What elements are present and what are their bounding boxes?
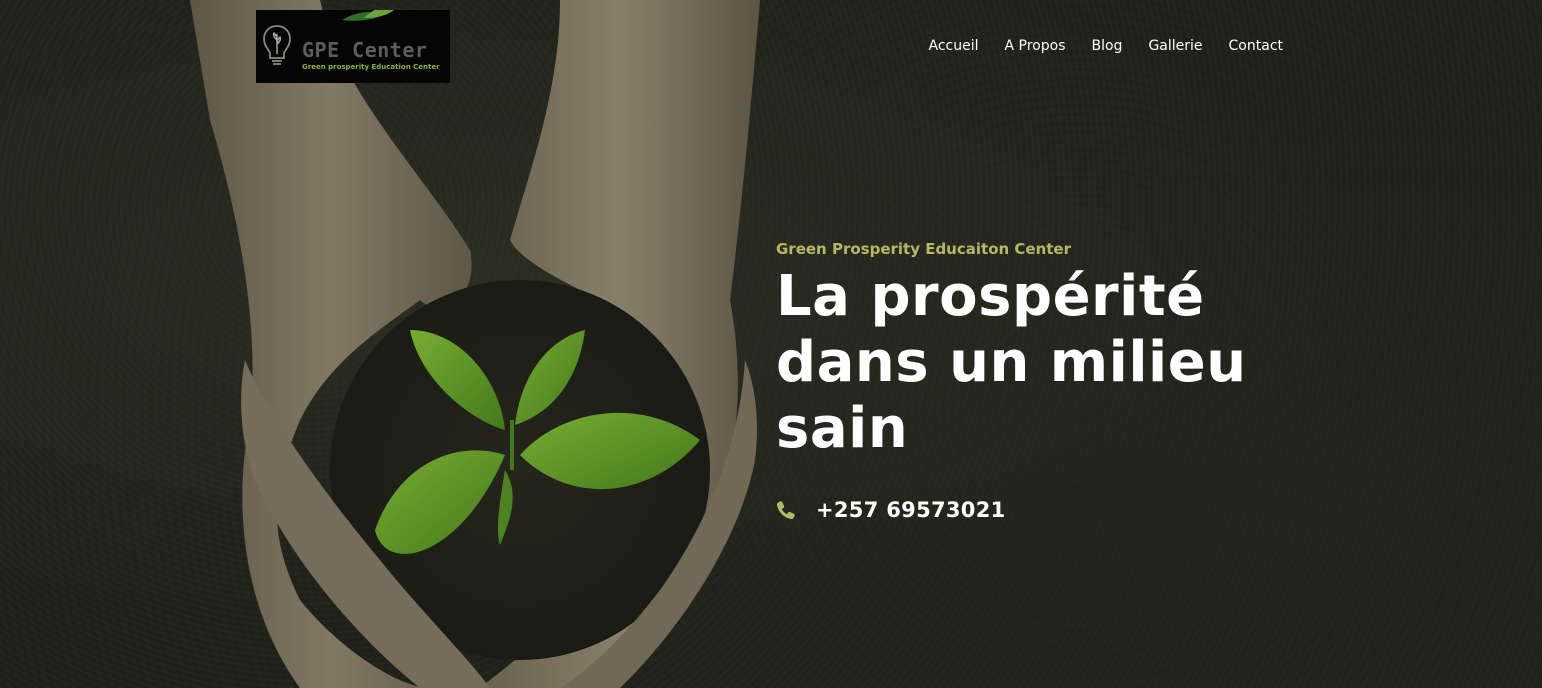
nav-item-contact[interactable]: Contact — [1229, 38, 1283, 54]
logo-leaf-icon — [342, 10, 394, 21]
nav-item-gallerie[interactable]: Gallerie — [1148, 38, 1202, 54]
headline-line-1: La prospérité — [776, 264, 1205, 329]
headline-line-2: dans un milieu — [776, 330, 1247, 395]
main-nav: Accueil A Propos Blog Gallerie Contact — [929, 38, 1284, 54]
hero-headline: La prospérité dans un milieu sain — [776, 264, 1336, 462]
phone-link[interactable]: +257 69573021 — [776, 498, 1336, 522]
hero-tagline: Green Prosperity Educaiton Center — [776, 240, 1071, 258]
hero-section: GPE Center Green prosperity Education Ce… — [0, 0, 1542, 688]
nav-item-a-propos[interactable]: A Propos — [1005, 38, 1066, 54]
phone-icon — [776, 501, 795, 520]
nav-item-accueil[interactable]: Accueil — [929, 38, 979, 54]
logo-title: GPE Center — [302, 38, 428, 62]
logo-subtitle: Green prosperity Education Center — [302, 63, 440, 71]
headline-line-3: sain — [776, 396, 909, 461]
nav-item-blog[interactable]: Blog — [1091, 38, 1122, 54]
hands-seedling-image — [190, 0, 760, 688]
hero-content: Green Prosperity Educaiton Center La pro… — [776, 240, 1336, 522]
phone-number: +257 69573021 — [816, 498, 1006, 522]
lightbulb-icon — [263, 25, 291, 65]
site-logo[interactable]: GPE Center Green prosperity Education Ce… — [256, 10, 450, 83]
